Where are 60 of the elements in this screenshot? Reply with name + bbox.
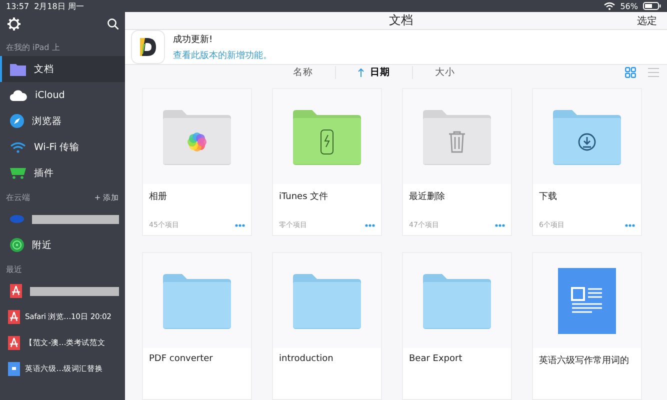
pdf-icon (10, 284, 22, 298)
cloud-service-icon (10, 215, 24, 223)
file-card[interactable]: Bear Export (402, 252, 512, 400)
file-card[interactable]: 英语六级写作常用词的 (532, 252, 642, 400)
file-name: introduction (279, 354, 334, 364)
folder-drawing (422, 108, 492, 164)
pdf-icon (8, 336, 20, 350)
grid-view-icon[interactable] (625, 67, 636, 78)
section-title: 最近 (6, 264, 22, 275)
compass-icon (10, 114, 24, 128)
battery-percentage: 56% (620, 2, 638, 10)
sort-option[interactable]: 日期 (336, 66, 413, 79)
folder-drawing (292, 272, 362, 328)
settings-icon[interactable] (7, 17, 21, 31)
file-name: iTunes 文件 (279, 190, 330, 203)
more-icon[interactable] (365, 224, 375, 226)
folder-icon (10, 62, 26, 76)
sidebar-item[interactable]: 插件 (0, 160, 125, 186)
file-name: PDF converter (149, 354, 214, 364)
pdf-icon (8, 310, 20, 324)
status-time: 13:57 (6, 2, 30, 10)
page-title: 文档 (388, 12, 414, 29)
sidebar-item[interactable]: 浏览器 (0, 108, 125, 134)
folder-drawing (552, 108, 622, 164)
sort-option[interactable]: 大小 (413, 66, 477, 79)
sort-option[interactable]: 名称 (271, 66, 336, 79)
file-name: 下载 (539, 190, 558, 203)
battery-icon (643, 2, 661, 10)
sidebar-item[interactable]: Wi-Fi 传输 (0, 134, 125, 160)
cart-icon (10, 167, 26, 179)
banner-title: 成功更新! (173, 34, 214, 46)
section-title: 在我的 iPad 上 (6, 42, 60, 53)
document-drawing (558, 268, 616, 334)
sidebar-item[interactable]: iCloud (0, 82, 125, 108)
wifi-icon (10, 142, 26, 152)
file-card[interactable]: introduction (272, 252, 382, 400)
sort-ascending-icon (358, 68, 364, 77)
cloud-icon (10, 90, 27, 100)
status-date: 2月18日 周一 (34, 0, 84, 12)
file-name: 最近删除 (409, 190, 446, 203)
file-name: Bear Export (409, 354, 464, 364)
sidebar-item[interactable]: 文档 (0, 56, 125, 82)
file-name: 英语六级写作常用词的 (539, 354, 630, 367)
file-card[interactable]: PDF converter (142, 252, 252, 400)
radar-icon (10, 238, 24, 252)
section-title: 在云端 (6, 192, 30, 203)
select-button[interactable]: 选定 (637, 14, 657, 28)
more-icon[interactable] (625, 224, 635, 226)
more-icon[interactable] (235, 224, 245, 226)
more-icon[interactable] (495, 224, 505, 226)
folder-drawing (292, 108, 362, 164)
list-view-icon[interactable] (648, 67, 659, 78)
sidebar-item[interactable]: 附近 (0, 232, 125, 258)
folder-drawing (162, 272, 232, 328)
wifi-signal-icon (604, 2, 616, 10)
search-icon[interactable] (107, 18, 119, 30)
document-icon (8, 362, 20, 376)
folder-drawing (422, 272, 492, 328)
folder-drawing (162, 108, 232, 164)
file-name: 相册 (149, 190, 168, 203)
